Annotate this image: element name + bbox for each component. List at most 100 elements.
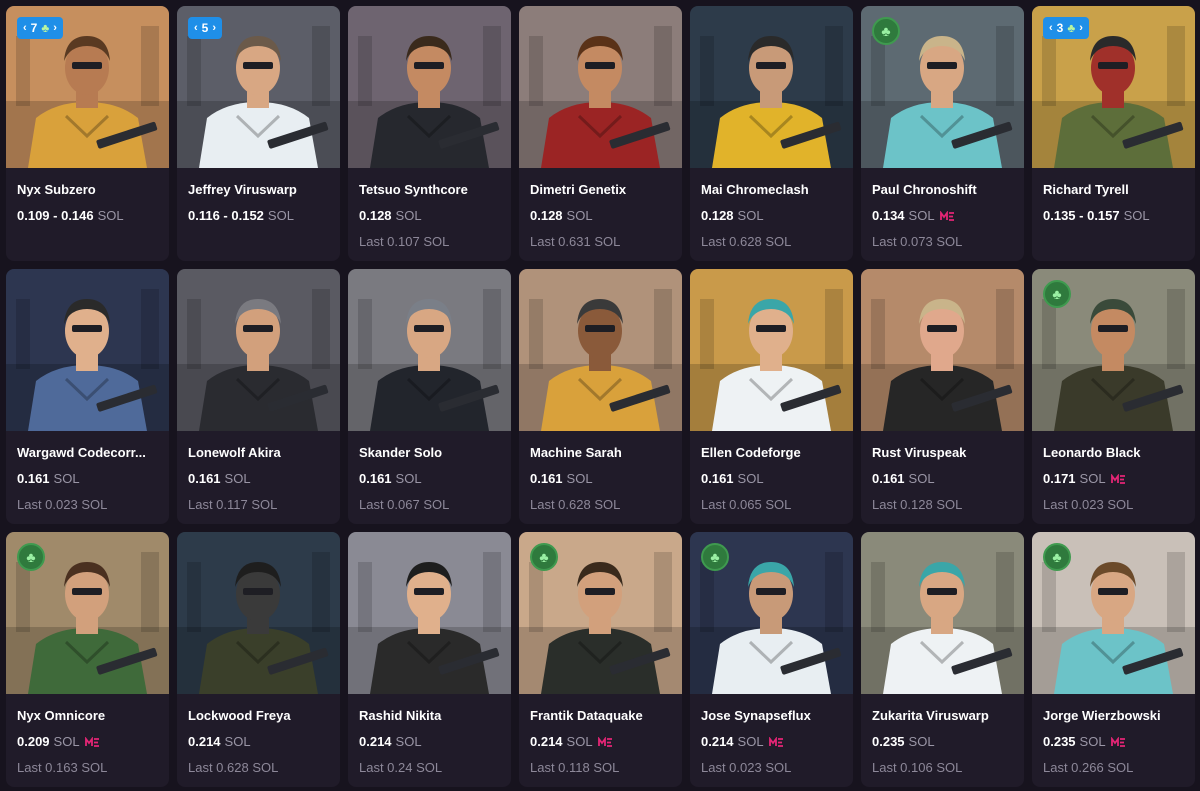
nft-name: Jeffrey Viruswarp [188, 182, 297, 197]
nft-image[interactable] [348, 532, 511, 694]
nft-card[interactable]: Wargawd Codecorr... 0.161 SOL Last 0.023 SO… [6, 269, 169, 524]
price-value: 0.171 [1043, 471, 1076, 486]
nft-image[interactable] [690, 269, 853, 431]
price-unit: SOL [53, 471, 80, 486]
nft-card[interactable]: Rashid Nikita 0.214 SOL Last 0.24 SOL [348, 532, 511, 787]
price-value: 0.235 [1043, 734, 1076, 749]
price-unit: SOL [908, 734, 935, 749]
nft-image[interactable]: ♣ [6, 532, 169, 694]
magic-eden-icon [597, 736, 612, 747]
nft-image[interactable] [348, 6, 511, 168]
nft-card[interactable]: ♣ Nyx Omnicore 0.209 SOL Last 0.163 SOL [6, 532, 169, 787]
price-value: 0.161 [701, 471, 734, 486]
nft-price: 0.128 SOL [359, 208, 422, 223]
clover-icon: ♣ [41, 21, 50, 35]
price-value: 0.214 [359, 734, 392, 749]
nft-card[interactable]: Machine Sarah 0.161 SOL Last 0.628 SOL [519, 269, 682, 524]
nft-price: 0.134 SOL [872, 208, 955, 223]
nft-card[interactable]: Lonewolf Akira 0.161 SOL Last 0.117 SOL [177, 269, 340, 524]
last-sale: Last 0.073 SOL [872, 234, 963, 249]
nft-price: 0.214 SOL [188, 734, 251, 749]
nft-image[interactable]: ‹ 5 › [177, 6, 340, 168]
chevron-right-icon[interactable]: › [53, 22, 57, 34]
nft-image[interactable] [6, 269, 169, 431]
nft-image[interactable]: ♣ [690, 532, 853, 694]
nft-card[interactable]: Rust Viruspeak 0.161 SOL Last 0.128 SOL [861, 269, 1024, 524]
nft-image[interactable] [348, 269, 511, 431]
nft-image[interactable] [177, 532, 340, 694]
nft-card[interactable]: Mai Chromeclash 0.128 SOL Last 0.628 SOL [690, 6, 853, 261]
nft-image[interactable] [519, 6, 682, 168]
nft-price: 0.235 SOL [872, 734, 935, 749]
nft-price: 0.161 SOL [17, 471, 80, 486]
chevron-left-icon[interactable]: ‹ [194, 22, 198, 34]
nft-name: Leonardo Black [1043, 445, 1141, 460]
nft-name: Rust Viruspeak [872, 445, 967, 460]
nft-card[interactable]: Zukarita Viruswarp 0.235 SOL Last 0.106 SOL [861, 532, 1024, 787]
price-value: 0.109 - 0.146 [17, 208, 94, 223]
nft-card[interactable]: ♣ Jose Synapseflux 0.214 SOL Last 0.023 SOL [690, 532, 853, 787]
chevron-right-icon[interactable]: › [212, 22, 216, 34]
badge-count: 5 [201, 21, 209, 35]
nft-image[interactable] [519, 269, 682, 431]
nft-card[interactable]: Skander Solo 0.161 SOL Last 0.067 SOL [348, 269, 511, 524]
price-unit: SOL [737, 208, 764, 223]
nft-image[interactable] [861, 269, 1024, 431]
clover-icon: ♣ [1067, 21, 1076, 35]
nft-image[interactable]: ‹ 7 ♣ › [6, 6, 169, 168]
nft-name: Paul Chronoshift [872, 182, 977, 197]
badge-count: 3 [1056, 21, 1064, 35]
chevron-left-icon[interactable]: ‹ [1049, 22, 1053, 34]
last-sale: Last 0.118 SOL [530, 760, 620, 775]
last-sale: Last 0.628 SOL [188, 760, 279, 775]
last-sale: Last 0.023 SOL [1043, 497, 1134, 512]
price-unit: SOL [566, 471, 593, 486]
magic-eden-icon [84, 736, 99, 747]
nft-price: 0.135 - 0.157 SOL [1043, 208, 1150, 223]
nft-card[interactable]: ‹ 3 ♣ › Richard Tyrell 0.135 - 0.157 SOL [1032, 6, 1195, 261]
nft-card[interactable]: ♣ Jorge Wierzbowski 0.235 SOL Last 0.266 SOL [1032, 532, 1195, 787]
collection-count-badge[interactable]: ‹ 7 ♣ › [17, 17, 63, 39]
magic-eden-icon [1110, 736, 1125, 747]
nft-card[interactable]: ♣ Paul Chronoshift 0.134 SOL Last 0.073 SOL [861, 6, 1024, 261]
nft-image[interactable]: ♣ [861, 6, 1024, 168]
price-unit: SOL [908, 471, 935, 486]
nft-card[interactable]: Tetsuo Synthcore 0.128 SOL Last 0.107 SOL [348, 6, 511, 261]
nft-price: 0.161 SOL [188, 471, 251, 486]
chevron-left-icon[interactable]: ‹ [23, 22, 27, 34]
nft-image[interactable]: ♣ [519, 532, 682, 694]
last-sale: Last 0.628 SOL [701, 234, 792, 249]
nft-image[interactable]: ♣ [1032, 269, 1195, 431]
last-sale: Last 0.631 SOL [530, 234, 621, 249]
price-value: 0.128 [359, 208, 392, 223]
nft-image[interactable] [690, 6, 853, 168]
collection-count-badge[interactable]: ‹ 3 ♣ › [1043, 17, 1089, 39]
collection-count-badge[interactable]: ‹ 5 › [188, 17, 223, 39]
nft-card[interactable]: ‹ 5 › Jeffrey Viruswarp 0.116 - 0.152 SOL [177, 6, 340, 261]
nft-image[interactable] [861, 532, 1024, 694]
nft-card[interactable]: ‹ 7 ♣ › Nyx Subzero 0.109 - 0.146 SOL [6, 6, 169, 261]
price-value: 0.161 [530, 471, 563, 486]
nft-card[interactable]: Ellen Codeforge 0.161 SOL Last 0.065 SOL [690, 269, 853, 524]
price-value: 0.235 [872, 734, 905, 749]
nft-image[interactable]: ♣ [1032, 532, 1195, 694]
nft-image[interactable] [177, 269, 340, 431]
badge-count: 7 [30, 21, 38, 35]
nft-card[interactable]: Dimetri Genetix 0.128 SOL Last 0.631 SOL [519, 6, 682, 261]
nft-card[interactable]: Lockwood Freya 0.214 SOL Last 0.628 SOL [177, 532, 340, 787]
price-unit: SOL [908, 208, 935, 223]
nft-price: 0.109 - 0.146 SOL [17, 208, 124, 223]
nft-price: 0.214 SOL [530, 734, 613, 749]
price-unit: SOL [395, 471, 422, 486]
nft-name: Lonewolf Akira [188, 445, 281, 460]
nft-card[interactable]: ♣ Leonardo Black 0.171 SOL Last 0.023 SOL [1032, 269, 1195, 524]
last-sale: Last 0.106 SOL [872, 760, 963, 775]
nft-card[interactable]: ♣ Frantik Dataquake 0.214 SOL Last 0.118 SOL [519, 532, 682, 787]
last-sale: Last 0.065 SOL [701, 497, 792, 512]
chevron-right-icon[interactable]: › [1079, 22, 1083, 34]
nft-image[interactable]: ‹ 3 ♣ › [1032, 6, 1195, 168]
price-value: 0.128 [701, 208, 734, 223]
price-unit: SOL [53, 734, 80, 749]
price-value: 0.161 [872, 471, 905, 486]
nft-name: Lockwood Freya [188, 708, 291, 723]
